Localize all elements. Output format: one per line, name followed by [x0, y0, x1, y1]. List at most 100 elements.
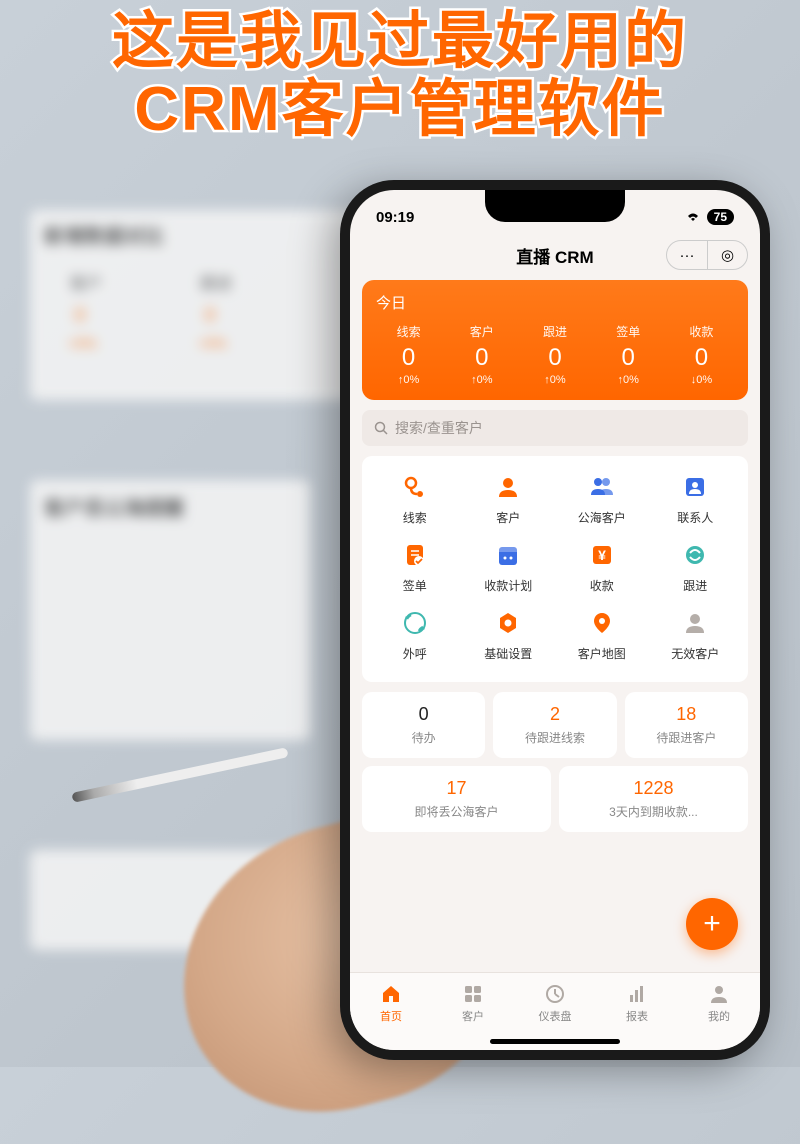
- sign-icon: [398, 538, 432, 572]
- more-button[interactable]: ···: [667, 241, 707, 269]
- battery-indicator: 75: [707, 209, 734, 225]
- tab-2[interactable]: 仪表盘: [514, 973, 596, 1034]
- stat-label: 待跟进线索: [501, 729, 608, 746]
- tab-3[interactable]: 报表: [596, 973, 678, 1034]
- search-icon: [374, 421, 389, 436]
- tab-label: 我的: [708, 1008, 730, 1024]
- follow-icon: [678, 538, 712, 572]
- tab-1[interactable]: 客户: [432, 973, 514, 1034]
- caption-line-1: 这是我见过最好用的: [0, 8, 800, 76]
- phone-frame: 09:19 75 直播 CRM ··· ◎ 今日 线索0↑0%客户0↑0%跟进0…: [340, 180, 770, 1060]
- pool-icon: [585, 470, 619, 504]
- stat-label: 待跟进客户: [633, 729, 740, 746]
- feature-follow[interactable]: 跟进: [649, 538, 743, 594]
- plan-icon: [491, 538, 525, 572]
- svg-text:¥: ¥: [598, 547, 606, 563]
- search-input[interactable]: 搜索/查重客户: [362, 410, 748, 446]
- tab-icon: [380, 983, 402, 1005]
- tab-label: 首页: [380, 1008, 402, 1024]
- feature-contact[interactable]: 联系人: [649, 470, 743, 526]
- metric-delta: ↑0%: [592, 374, 665, 386]
- stat-card-2[interactable]: 18 待跟进客户: [625, 692, 748, 758]
- feature-label: 跟进: [683, 577, 707, 594]
- metric-4[interactable]: 收款0↓0%: [665, 323, 738, 386]
- customer-icon: [491, 470, 525, 504]
- feature-label: 客户: [496, 509, 520, 526]
- feature-label: 收款: [590, 577, 614, 594]
- bg-card-title-2: 客户丢公海提醒: [44, 492, 184, 521]
- notch: [485, 190, 625, 222]
- feature-pool[interactable]: 公海客户: [555, 470, 649, 526]
- metric-1[interactable]: 客户0↑0%: [445, 323, 518, 386]
- tab-icon: [708, 983, 730, 1005]
- tab-icon: [462, 983, 484, 1005]
- feature-label: 无效客户: [671, 645, 719, 662]
- metric-value: 0: [592, 344, 665, 372]
- metrics-card: 今日 线索0↑0%客户0↑0%跟进0↑0%签单0↑0%收款0↓0%: [362, 280, 748, 400]
- metric-delta: ↑0%: [518, 374, 591, 386]
- feature-label: 联系人: [677, 509, 713, 526]
- metric-value: 0: [445, 344, 518, 372]
- stat-card-1[interactable]: 2 待跟进线索: [493, 692, 616, 758]
- metric-value: 0: [518, 344, 591, 372]
- tab-label: 报表: [626, 1008, 648, 1024]
- status-time: 09:19: [376, 209, 414, 226]
- feature-call[interactable]: 外呼: [368, 606, 462, 662]
- metric-label: 线索: [372, 323, 445, 340]
- feature-map[interactable]: 客户地图: [555, 606, 649, 662]
- tab-icon: [626, 983, 648, 1005]
- feature-customer[interactable]: 客户: [462, 470, 556, 526]
- caption-overlay: 这是我见过最好用的 CRM客户管理软件: [0, 8, 800, 144]
- feature-plan[interactable]: 收款计划: [462, 538, 556, 594]
- nav-bar: 直播 CRM ··· ◎: [350, 234, 760, 276]
- feature-sign[interactable]: 签单: [368, 538, 462, 594]
- metric-delta: ↑0%: [445, 374, 518, 386]
- feature-label: 基础设置: [484, 645, 532, 662]
- stat-value: 18: [633, 704, 740, 725]
- stat-value: 2: [501, 704, 608, 725]
- tab-label: 客户: [462, 1008, 484, 1024]
- feature-payment[interactable]: ¥ 收款: [555, 538, 649, 594]
- feature-label: 线索: [403, 509, 427, 526]
- metric-label: 收款: [665, 323, 738, 340]
- search-placeholder: 搜索/查重客户: [395, 418, 483, 438]
- map-icon: [585, 606, 619, 640]
- stat-card-3[interactable]: 17即将丢公海客户: [362, 766, 551, 832]
- feature-leads[interactable]: 线索: [368, 470, 462, 526]
- stat-card-0[interactable]: 0待办: [362, 692, 485, 758]
- feature-grid: 线索 客户 公海客户 联系人签单 收款计划 ¥ 收款 跟进外呼 基础设置 客户地图 无效客户: [362, 456, 748, 682]
- stat-card-4[interactable]: 12283天内到期收款...: [559, 766, 748, 832]
- add-button[interactable]: +: [686, 898, 738, 950]
- phone-screen: 09:19 75 直播 CRM ··· ◎ 今日 线索0↑0%客户0↑0%跟进0…: [350, 190, 760, 1050]
- metric-delta: ↑0%: [372, 374, 445, 386]
- metric-0[interactable]: 线索0↑0%: [372, 323, 445, 386]
- leads-icon: [398, 470, 432, 504]
- payment-icon: ¥: [585, 538, 619, 572]
- invalid-icon: [678, 606, 712, 640]
- tab-icon: [544, 983, 566, 1005]
- metrics-date[interactable]: 今日: [372, 292, 738, 313]
- feature-settings[interactable]: 基础设置: [462, 606, 556, 662]
- metric-label: 跟进: [518, 323, 591, 340]
- settings-icon: [491, 606, 525, 640]
- target-button[interactable]: ◎: [707, 241, 747, 269]
- metric-label: 签单: [592, 323, 665, 340]
- home-indicator: [490, 1039, 620, 1044]
- nav-actions: ··· ◎: [666, 240, 748, 270]
- stat-value: 17: [370, 778, 543, 799]
- feature-label: 签单: [403, 577, 427, 594]
- feature-label: 外呼: [403, 645, 427, 662]
- metric-3[interactable]: 签单 0 ↑0%: [592, 323, 665, 386]
- tab-4[interactable]: 我的: [678, 973, 760, 1034]
- feature-invalid[interactable]: 无效客户: [649, 606, 743, 662]
- feature-label: 公海客户: [578, 509, 626, 526]
- bg-card-title: 新增数据对比: [44, 220, 164, 249]
- call-icon: [398, 606, 432, 640]
- feature-label: 收款计划: [484, 577, 532, 594]
- stats-row: 0待办 2 待跟进线索 18 待跟进客户 17即将丢公海客户12283天内到期收款...: [362, 692, 748, 832]
- tab-0[interactable]: 首页: [350, 973, 432, 1034]
- metric-2[interactable]: 跟进 0 ↑0%: [518, 323, 591, 386]
- feature-label: 客户地图: [578, 645, 626, 662]
- stat-label: 待办: [370, 729, 477, 746]
- app-title: 直播 CRM: [516, 243, 593, 268]
